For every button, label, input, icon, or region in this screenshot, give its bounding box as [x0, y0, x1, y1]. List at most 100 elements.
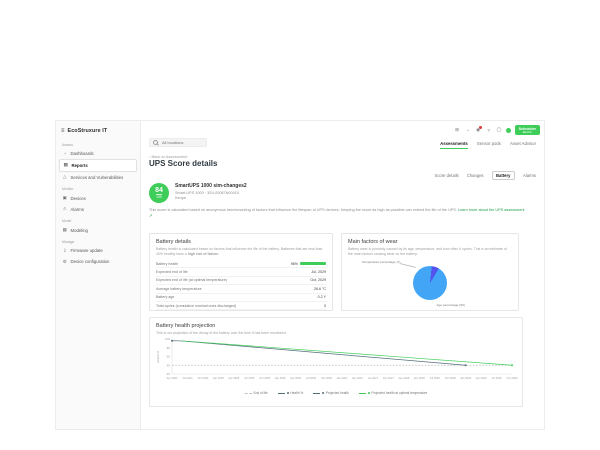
sidebar-item-label: Modeling: [71, 228, 88, 233]
projection-title: Battery health projection: [156, 323, 516, 329]
sidebar-item-label: Firmware update: [71, 248, 103, 253]
legend-swatch: [278, 393, 285, 394]
tab-sensor-pods[interactable]: Sensor pods: [477, 141, 501, 149]
sidebar-section-label: Manage: [56, 236, 140, 246]
sidebar-section-label: Assess: [56, 139, 140, 149]
svg-text:Jul 2025: Jul 2025: [244, 376, 255, 380]
devices-icon: ▣: [62, 195, 68, 201]
main-tabs: Assessments Sensor pods Asset Advisor: [440, 141, 536, 149]
legend-swatch: [359, 393, 366, 394]
battery-row-value: 26.6 °C: [314, 287, 326, 291]
legend-marker-dot: [287, 392, 289, 394]
sidebar-item-label: Dashboards: [71, 151, 94, 156]
score-summary: 84 100 SmartUPS 1000 sim-changes2 Smart-…: [149, 183, 247, 203]
battery-details-card: Battery details Battery health is calcul…: [149, 233, 333, 311]
subtab-changes[interactable]: Changes: [467, 173, 484, 178]
battery-row-value: 0.2 Y: [318, 295, 326, 299]
sidebar-item-label: Reports: [72, 163, 88, 168]
svg-text:Jan 2029: Jan 2029: [460, 376, 472, 380]
schneider-logo[interactable]: SchneiderElectric: [515, 125, 540, 135]
svg-text:Apr 2026: Apr 2026: [290, 376, 301, 380]
battery-row-value: Oct, 2029: [310, 278, 326, 282]
sidebar-section-label: Model: [56, 215, 140, 225]
svg-text:Jul 2029: Jul 2029: [491, 376, 502, 380]
legend-item-health: Health %: [278, 391, 304, 395]
projection-card: Battery health projection This is our pr…: [149, 317, 523, 407]
battery-row-label: Battery age: [156, 295, 174, 299]
subtab-battery[interactable]: Battery: [492, 171, 515, 180]
schneider-logo-line2: Electric: [523, 131, 532, 134]
sidebar-item-alarms[interactable]: ⚠Alarms: [56, 204, 140, 215]
reports-icon: ▤: [63, 162, 69, 168]
score-value: 84: [155, 187, 163, 194]
legend-item-end-of-life: End of life: [245, 391, 268, 395]
sidebar-nav: Assess◔Dashboards▤Reports△Services and V…: [56, 139, 140, 268]
user-icon[interactable]: ◯: [496, 127, 503, 134]
svg-text:Jan 2026: Jan 2026: [275, 376, 287, 380]
sidebar-item-label: Device configuration: [71, 259, 110, 264]
subtab-score-details[interactable]: Score details: [435, 173, 459, 178]
battery-rows: Battery health96%Expected end of lifeJul…: [156, 260, 326, 310]
device-model-serial: Smart-UPS 1000 · 3S4-00087N00410: [175, 191, 247, 195]
svg-text:Apr 2027: Apr 2027: [352, 376, 363, 380]
battery-row-value: 0: [324, 304, 326, 308]
svg-text:Jan 2027: Jan 2027: [336, 376, 348, 380]
svg-text:Apr 2029: Apr 2029: [476, 376, 487, 380]
tab-asset-advisor[interactable]: Asset Advisor: [510, 141, 536, 149]
svg-text:Jul 2024: Jul 2024: [182, 376, 193, 380]
green-dot-icon[interactable]: [506, 128, 511, 133]
search-input[interactable]: [160, 139, 203, 146]
grid-icon[interactable]: ⊞: [454, 127, 461, 134]
search-icon: [153, 140, 158, 145]
sidebar-item-modeling[interactable]: ▦Modeling: [56, 224, 140, 235]
app-logo: EcoStruxure IT: [68, 128, 108, 134]
bell-icon[interactable]: ◉: [475, 127, 482, 134]
svg-text:Oct 2028: Oct 2028: [445, 376, 456, 380]
sidebar-section-label: Monitor: [56, 183, 140, 193]
battery-row-label: Expected end of life: [156, 270, 188, 274]
legend-item-projected-health: Projected health: [313, 391, 349, 395]
svg-text:Jul 2027: Jul 2027: [368, 376, 379, 380]
device-name: SmartUPS 1000 sim-changes2: [175, 183, 247, 189]
sidebar-item-devices[interactable]: ▣Devices: [56, 193, 140, 204]
subtab-alarms[interactable]: Alarms: [523, 173, 536, 178]
score-description-text: This score is calculated based on anonym…: [149, 208, 457, 212]
sidebar-header: ≡ EcoStruxure IT: [56, 125, 140, 139]
sidebar-item-label: Devices: [71, 196, 86, 201]
help-icon[interactable]: ?: [485, 127, 492, 134]
hamburger-menu-icon[interactable]: ≡: [61, 128, 65, 134]
battery-row-label: Expected end of life (at optimal tempera…: [156, 278, 227, 282]
pie-label-connector: [400, 263, 416, 267]
shield-icon: △: [62, 174, 68, 180]
wear-pie-chart: [413, 266, 447, 300]
sidebar-item-label: Services and Vulnerabilities: [71, 175, 124, 180]
series-line-projected-health-at-optimal-temperature: [181, 341, 512, 365]
score-badge: 84 100: [149, 183, 169, 203]
sidebar-item-dashboards[interactable]: ◔Dashboards: [56, 149, 140, 159]
modeling-icon: ▦: [62, 227, 68, 233]
battery-row: Average battery temperature26.6 °C: [156, 285, 326, 293]
sidebar-item-services-and-vulnerabilities[interactable]: △Services and Vulnerabilities: [56, 172, 140, 183]
svg-text:Apr 2025: Apr 2025: [228, 376, 239, 380]
svg-text:Jan 2025: Jan 2025: [213, 376, 225, 380]
sidebar-item-device-configuration[interactable]: ⚙Device configuration: [56, 256, 140, 267]
legend-label: End of life: [254, 391, 268, 395]
svg-text:Oct 2027: Oct 2027: [383, 376, 394, 380]
svg-text:Apr 2024: Apr 2024: [167, 376, 178, 380]
svg-text:Health %: Health %: [156, 351, 160, 364]
svg-text:Jul 2028: Jul 2028: [430, 376, 441, 380]
sidebar: ≡ EcoStruxure IT Assess◔Dashboards▤Repor…: [56, 121, 141, 429]
legend-marker-dot: [322, 392, 324, 394]
svg-text:100: 100: [165, 337, 170, 341]
series-line-projected-health: [181, 341, 465, 365]
sidebar-item-reports[interactable]: ▤Reports: [59, 159, 137, 172]
battery-row: Expected end of life (at optimal tempera…: [156, 277, 326, 285]
tab-assessments[interactable]: Assessments: [440, 141, 468, 149]
battery-details-description: Battery health is calculated based on fa…: [156, 247, 326, 258]
battery-row-value: Jul, 2029: [311, 270, 326, 274]
battery-row-value: 96%: [291, 262, 326, 266]
chart-icon[interactable]: ◔: [464, 127, 471, 134]
sidebar-item-firmware-update[interactable]: ⇩Firmware update: [56, 245, 140, 256]
location-search[interactable]: [149, 138, 207, 147]
legend-label: Projected health at optimal temperature: [371, 391, 427, 395]
